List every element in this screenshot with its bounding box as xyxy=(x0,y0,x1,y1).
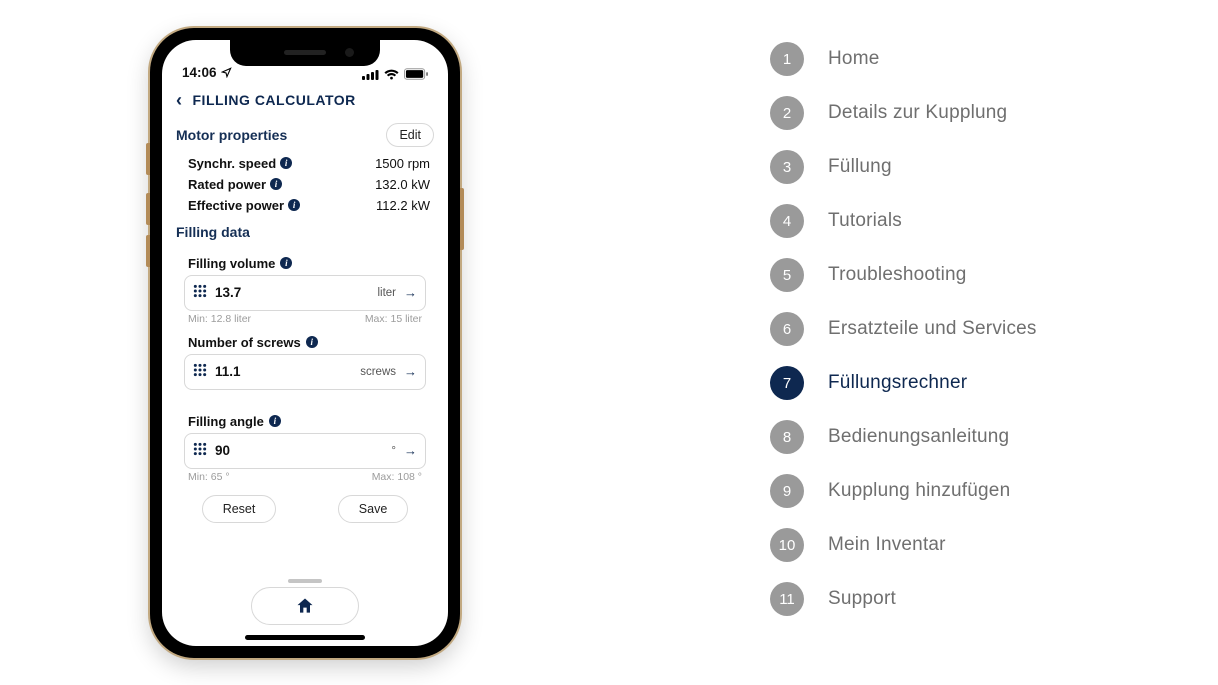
field-value: 11.1 xyxy=(215,364,352,379)
page-title: FILLING CALCULATOR xyxy=(193,92,356,108)
back-icon[interactable]: ‹ xyxy=(176,90,183,111)
property-value: 132.0 kW xyxy=(375,177,430,192)
home-icon xyxy=(295,596,315,616)
menu-number: 1 xyxy=(770,42,804,76)
property-row: Synchr. speed i 1500 rpm xyxy=(176,153,434,174)
field-value: 13.7 xyxy=(215,285,369,300)
menu-label: Füllungsrechner xyxy=(828,372,967,394)
menu-item-3[interactable]: 3 Füllung xyxy=(770,150,1218,184)
menu-label: Füllung xyxy=(828,156,892,178)
menu-label: Support xyxy=(828,588,896,610)
menu-label: Home xyxy=(828,48,879,70)
save-button[interactable]: Save xyxy=(338,495,409,523)
field-max: Max: 15 liter xyxy=(365,313,422,325)
arrow-right-icon[interactable]: → xyxy=(404,364,417,379)
field-label: Filling volume xyxy=(188,256,275,271)
location-icon xyxy=(221,67,232,78)
number-of-screws-input[interactable]: 11.1 screws → xyxy=(184,354,426,390)
property-row: Effective power i 112.2 kW xyxy=(176,195,434,216)
property-label: Synchr. speed xyxy=(188,156,276,171)
info-icon[interactable]: i xyxy=(306,336,318,348)
property-value: 112.2 kW xyxy=(376,198,430,213)
menu-number: 8 xyxy=(770,420,804,454)
edit-button[interactable]: Edit xyxy=(386,123,434,147)
field-unit: screws xyxy=(360,366,396,378)
menu-number: 7 xyxy=(770,366,804,400)
menu-number: 4 xyxy=(770,204,804,238)
menu-label: Troubleshooting xyxy=(828,264,967,286)
panel-drag-handle[interactable] xyxy=(162,565,448,583)
home-indicator xyxy=(245,635,365,640)
menu-label: Tutorials xyxy=(828,210,902,232)
field-unit: liter xyxy=(377,287,396,299)
phone-screen: 14:06 ‹ FILLING CALCULATOR xyxy=(162,40,448,646)
menu-number: 2 xyxy=(770,96,804,130)
section-motor-title: Motor properties xyxy=(176,127,287,143)
arrow-right-icon[interactable]: → xyxy=(404,285,417,300)
property-label: Rated power xyxy=(188,177,266,192)
field-min: Min: 12.8 liter xyxy=(188,313,251,325)
info-icon[interactable]: i xyxy=(270,178,282,190)
menu-number: 11 xyxy=(770,582,804,616)
field-label: Number of screws xyxy=(188,335,301,350)
numpad-icon[interactable] xyxy=(193,363,207,380)
status-time: 14:06 xyxy=(182,65,217,80)
menu-label: Bedienungsanleitung xyxy=(828,426,1009,448)
filling-volume-input[interactable]: 13.7 liter → xyxy=(184,275,426,311)
field-max: Max: 108 ° xyxy=(372,471,422,483)
menu-list: 1 Home 2 Details zur Kupplung 3 Füllung 4 Tutor… xyxy=(610,0,1218,685)
field-min: Min: 65 ° xyxy=(188,471,230,483)
reset-button[interactable]: Reset xyxy=(202,495,277,523)
phone-mockup: 14:06 ‹ FILLING CALCULATOR xyxy=(150,28,460,658)
numpad-icon[interactable] xyxy=(193,442,207,459)
phone-notch xyxy=(230,40,380,66)
menu-label: Mein Inventar xyxy=(828,534,946,556)
menu-item-11[interactable]: 11 Support xyxy=(770,582,1218,616)
info-icon[interactable]: i xyxy=(288,199,300,211)
menu-number: 9 xyxy=(770,474,804,508)
menu-item-1[interactable]: 1 Home xyxy=(770,42,1218,76)
menu-number: 3 xyxy=(770,150,804,184)
menu-item-10[interactable]: 10 Mein Inventar xyxy=(770,528,1218,562)
info-icon[interactable]: i xyxy=(280,157,292,169)
cellular-icon xyxy=(362,69,379,80)
wifi-icon xyxy=(384,69,399,80)
menu-item-2[interactable]: 2 Details zur Kupplung xyxy=(770,96,1218,130)
menu-item-9[interactable]: 9 Kupplung hinzufügen xyxy=(770,474,1218,508)
field-unit: ° xyxy=(391,445,396,457)
info-icon[interactable]: i xyxy=(269,415,281,427)
menu-item-7[interactable]: 7 Füllungsrechner xyxy=(770,366,1218,400)
app-header: ‹ FILLING CALCULATOR xyxy=(162,82,448,121)
menu-label: Details zur Kupplung xyxy=(828,102,1007,124)
battery-icon xyxy=(404,68,428,80)
property-value: 1500 rpm xyxy=(375,156,430,171)
menu-number: 5 xyxy=(770,258,804,292)
section-filling-title: Filling data xyxy=(176,224,250,240)
menu-number: 10 xyxy=(770,528,804,562)
property-row: Rated power i 132.0 kW xyxy=(176,174,434,195)
home-button[interactable] xyxy=(251,587,359,625)
menu-item-8[interactable]: 8 Bedienungsanleitung xyxy=(770,420,1218,454)
arrow-right-icon[interactable]: → xyxy=(404,443,417,458)
numpad-icon[interactable] xyxy=(193,284,207,301)
info-icon[interactable]: i xyxy=(280,257,292,269)
field-value: 90 xyxy=(215,443,383,458)
filling-angle-input[interactable]: 90 ° → xyxy=(184,433,426,469)
menu-number: 6 xyxy=(770,312,804,346)
menu-item-5[interactable]: 5 Troubleshooting xyxy=(770,258,1218,292)
menu-label: Kupplung hinzufügen xyxy=(828,480,1010,502)
menu-item-4[interactable]: 4 Tutorials xyxy=(770,204,1218,238)
menu-label: Ersatzteile und Services xyxy=(828,318,1037,340)
property-label: Effective power xyxy=(188,198,284,213)
menu-item-6[interactable]: 6 Ersatzteile und Services xyxy=(770,312,1218,346)
field-label: Filling angle xyxy=(188,414,264,429)
